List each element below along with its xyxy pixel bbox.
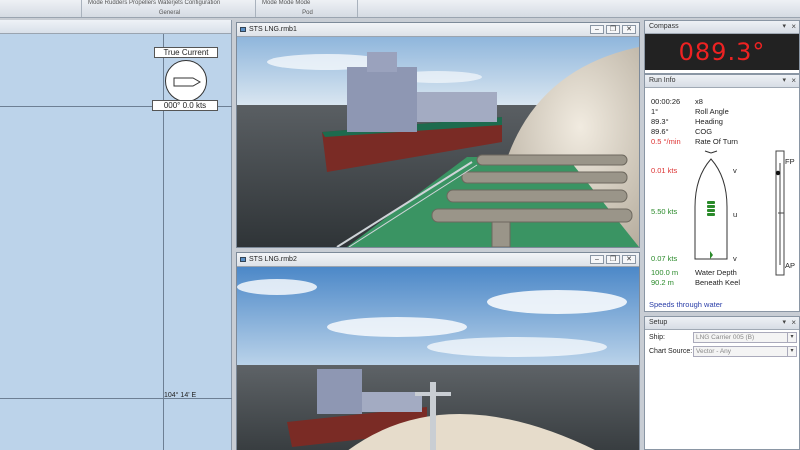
chart-title-bar (0, 20, 231, 34)
ribbon-general-label: General (158, 10, 181, 16)
run-info-title: Run Info (649, 77, 676, 84)
pin-icon[interactable]: ▾ (782, 317, 786, 329)
view-title-bar[interactable]: STS LNG.rmb1 – ❐ ✕ (237, 23, 639, 37)
aft-speed: 0.07 kts (651, 254, 678, 263)
close-icon[interactable]: × (791, 75, 796, 87)
view-window-1[interactable]: STS LNG.rmb1 – ❐ ✕ (236, 22, 640, 248)
restore-button[interactable]: ❐ (606, 255, 620, 264)
run-time: 00:00:26 (651, 97, 681, 106)
grid-line (163, 34, 164, 450)
ribbon-pod-items[interactable]: Mode Mode Mode (262, 0, 310, 6)
u-label: u (733, 210, 738, 219)
forward-v-label: v (733, 166, 737, 175)
minimize-button[interactable]: – (590, 25, 604, 34)
window-icon (240, 27, 246, 32)
ship-label: Ship: (649, 334, 665, 341)
depth-label: Water Depth (695, 268, 737, 277)
chart-source-label: Chart Source: (649, 348, 693, 355)
trim-gauge (773, 149, 799, 277)
cog-label: COG (695, 127, 713, 136)
longitude-label: 104° 14' E (164, 392, 197, 399)
compass-title: Compass (649, 23, 679, 30)
restore-button[interactable]: ❐ (606, 25, 620, 34)
minimize-button[interactable]: – (590, 255, 604, 264)
keel-label: Beneath Keel (695, 278, 741, 287)
compass-readout: 089.3° (645, 34, 799, 70)
ribbon: Mode Rudders Propellers Waterjets Config… (0, 0, 800, 18)
setup-title: Setup (649, 319, 668, 326)
ship-select-value: LNG Carrier 005 (B) (696, 334, 755, 341)
window-icon (240, 257, 246, 262)
view-title-bar[interactable]: STS LNG.rmb2 – ❐ ✕ (237, 253, 639, 267)
run-info-panel: Run Info ▾ × 00:00:26 x8 1° Roll Angle 8… (644, 74, 800, 312)
chevron-down-icon[interactable]: ▾ (787, 333, 796, 342)
heading-label: Heading (695, 117, 723, 126)
keel-value: 90.2 m (651, 278, 674, 287)
compass-panel: Compass ▾ × 089.3° (644, 20, 800, 74)
depth-value: 100.0 m (651, 268, 679, 277)
chart-source-value: Vector - Any (696, 348, 732, 355)
speeds-through-water-link[interactable]: Speeds through water (649, 300, 722, 309)
pin-icon[interactable]: ▾ (782, 21, 786, 33)
3d-scene-2[interactable] (237, 267, 639, 450)
pin-icon[interactable]: ▾ (782, 75, 786, 87)
setup-title-bar: Setup ▾ × (645, 317, 799, 330)
3d-scene-1[interactable] (237, 37, 639, 247)
aft-v-label: v (733, 254, 737, 263)
ribbon-group-general: Mode Rudders Propellers Waterjets Config… (84, 0, 256, 17)
view-title: STS LNG.rmb1 (249, 26, 297, 33)
true-current-label: True Current (154, 47, 218, 58)
current-arrow-icon (165, 60, 207, 102)
chart-source-select[interactable]: Vector - Any ▾ (693, 346, 797, 357)
ship-select[interactable]: LNG Carrier 005 (B) ▾ (693, 332, 797, 343)
ribbon-pod-label: Pod (302, 10, 313, 16)
roll-value: 1° (651, 107, 659, 116)
cog-value: 89.6° (651, 127, 669, 136)
ribbon-group-left (0, 0, 82, 17)
rot-label: Rate Of Turn (695, 137, 738, 146)
compass-title-bar: Compass ▾ × (645, 21, 799, 34)
close-icon[interactable]: × (791, 317, 796, 329)
view-title: STS LNG.rmb2 (249, 256, 297, 263)
rot-value: 0.5 °/min (651, 137, 681, 146)
true-current-value: 000° 0.0 kts (152, 100, 218, 111)
setup-panel: Setup ▾ × Ship: LNG Carrier 005 (B) ▾ Ch… (644, 316, 800, 450)
chart-panel[interactable]: True Current 000° 0.0 kts 104° 14' E (0, 20, 232, 450)
ribbon-general-items[interactable]: Mode Rudders Propellers Waterjets Config… (88, 0, 220, 6)
close-button[interactable]: ✕ (622, 255, 636, 264)
heading-value: 89.3° (651, 117, 669, 126)
chevron-down-icon[interactable]: ▾ (787, 347, 796, 356)
view-window-2[interactable]: STS LNG.rmb2 – ❐ ✕ (236, 252, 640, 450)
speed-multiplier: x8 (695, 97, 703, 106)
ship-outline-icon (685, 147, 761, 267)
close-icon[interactable]: × (791, 21, 796, 33)
forward-speed: 0.01 kts (651, 166, 678, 175)
mid-speed: 5.50 kts (651, 207, 678, 216)
ap-label: AP (785, 261, 796, 270)
ribbon-group-pod: Mode Mode Mode Pod (258, 0, 358, 17)
close-button[interactable]: ✕ (622, 25, 636, 34)
grid-line (0, 398, 232, 399)
fp-label: FP (785, 157, 795, 166)
run-info-title-bar: Run Info ▾ × (645, 75, 799, 88)
roll-label: Roll Angle (695, 107, 729, 116)
